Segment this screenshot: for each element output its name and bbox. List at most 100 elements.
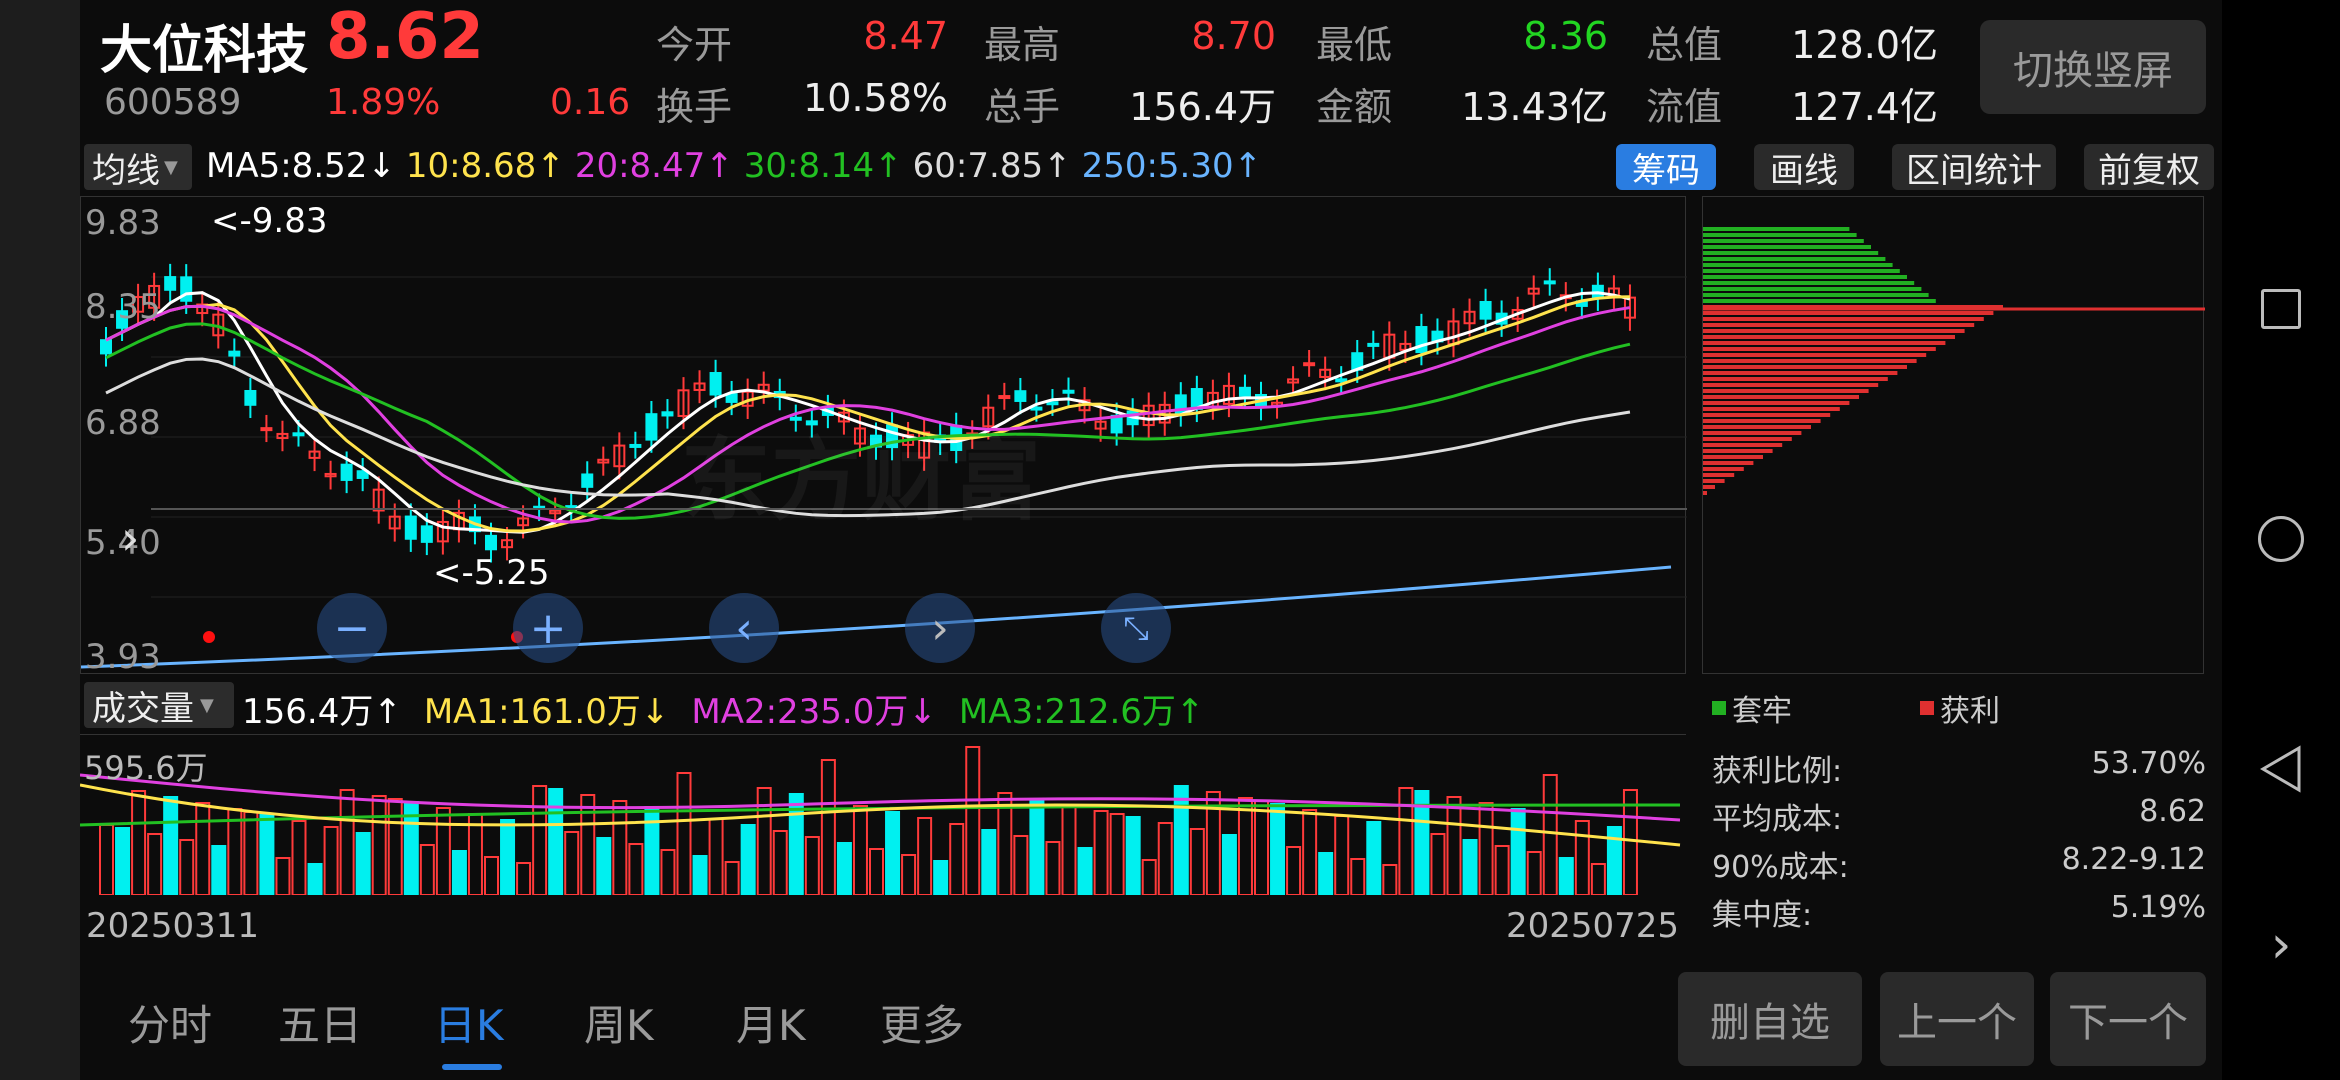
range-stats-button[interactable]: 区间统计 [1892,144,2056,191]
delete-watchlist-button[interactable]: 删自选 [1678,972,1862,1066]
candle-body [1367,342,1380,347]
back-icon[interactable] [2222,724,2340,814]
volume-bar [1157,822,1173,896]
volume-value-0: 156.4万↑ [242,684,402,733]
volume-bar [291,820,307,896]
volume-bar [371,795,387,896]
chevron-right-icon[interactable]: › [2222,900,2340,990]
chip-bar [1703,335,1955,339]
volume-bar [1061,804,1077,896]
volume-bar [1382,864,1398,896]
chip-bar [1703,329,1965,333]
zoom-out-icon[interactable]: − [317,593,387,663]
collapse-icon[interactable]: ⤡ [1101,593,1171,663]
chip-bar [1703,245,1871,249]
chips-button[interactable]: 筹码 [1616,144,1716,191]
volume-value-3: MA3:212.6万↑ [959,684,1205,733]
volume-bar [451,850,467,896]
stat-value-5: 156.4万 [1129,85,1276,129]
recent-apps-icon[interactable] [2222,264,2340,354]
chip-svg [1703,227,2205,495]
change-percent: 1.89% [326,82,441,123]
volume-bar [1494,845,1510,896]
volume-bar [676,772,692,896]
chip-bar [1703,377,1888,381]
ma-value-0: MA5:8.52↓ [206,146,396,186]
volume-arrow-3: ↑ [1175,692,1205,732]
tab-0[interactable]: 分时 [128,992,212,1053]
volume-bar [1237,797,1253,896]
volume-bar [1077,847,1093,896]
volume-bar [179,839,195,896]
signal-dot [203,631,215,643]
stat-label-4: 换手 [656,85,733,129]
tab-4[interactable]: 月K [736,992,806,1053]
volume-bar [1302,809,1318,896]
tab-2[interactable]: 日K [434,992,504,1053]
tab-3[interactable]: 周K [584,992,654,1053]
volume-bar [1270,803,1286,896]
scroll-left-icon[interactable]: ‹ [709,593,779,663]
chip-bar [1703,407,1840,411]
chevron-down-icon: ▼ [200,694,214,716]
switch-portrait-button[interactable]: 切换竖屏 [1980,20,2206,114]
scroll-right-icon[interactable]: › [905,593,975,663]
legend-trapped: 套牢 [1712,686,1792,730]
draw-line-button[interactable]: 画线 [1754,144,1854,191]
candle-body [1479,300,1492,320]
chevron-right-icon[interactable]: › [121,511,139,565]
tab-1[interactable]: 五日 [278,992,362,1053]
candle-body [998,395,1011,400]
previous-stock-button[interactable]: 上一个 [1880,972,2034,1066]
volume-bar [804,836,820,896]
volume-bar [628,843,644,896]
candle-body [1335,378,1348,383]
kline-chart[interactable]: 9.83 8.35 6.88 5.40 3.93 <-9.83 <-5.25 东… [80,196,1687,677]
volume-bar [660,849,676,896]
candle-body [1062,389,1075,394]
home-icon[interactable] [2222,494,2340,584]
volume-bar [307,863,323,896]
ma-arrow-1: ↑ [536,146,565,186]
candle-body [1046,401,1059,406]
volume-bar [1125,816,1141,896]
volume-text-0: 156.4万 [242,692,374,732]
chip-bar [1703,263,1893,267]
volume-bar [917,817,933,896]
next-stock-button[interactable]: 下一个 [2050,972,2206,1066]
candle-body [260,427,273,432]
zoom-in-icon[interactable]: + [513,593,583,663]
y-tick-3: 6.88 [85,403,161,443]
volume-chart[interactable]: 595.6万 [79,734,1686,896]
ma-selector[interactable]: 均线 ▼ [84,144,192,191]
y-tick-2: 8.35 [85,287,161,327]
chip-bar [1703,443,1783,447]
volume-bar [1189,828,1205,896]
volume-bar [1542,774,1558,896]
candle-body [1543,280,1556,285]
volume-bar [580,794,596,896]
volume-bar [1141,859,1157,896]
chip-bar [1703,419,1821,423]
volume-bar [243,811,259,896]
candle-body [645,413,658,441]
active-tab-indicator [442,1064,502,1070]
ma-selector-label: 均线 [92,150,160,191]
volume-bar [1029,798,1045,896]
volume-bar [1013,835,1029,896]
ma-arrow-0: ↓ [367,146,396,186]
stat-value-2: 8.36 [1523,14,1608,58]
chip-bar [1703,467,1744,471]
volume-selector[interactable]: 成交量 ▼ [84,682,234,729]
candle-body [709,372,722,396]
volume-text-1: MA1:161.0万 [423,692,641,732]
volume-bar [1558,857,1574,896]
volume-bar [500,819,516,896]
tab-5[interactable]: 更多 [880,992,964,1053]
chip-stat-value-0: 53.70% [2091,746,2206,781]
ma-text-2: 20:8.47 [574,146,706,186]
volume-bar [1590,863,1606,896]
adjust-button[interactable]: 前复权 [2084,144,2214,191]
vol-ma1-line [79,783,1681,847]
volume-bar [612,800,628,896]
